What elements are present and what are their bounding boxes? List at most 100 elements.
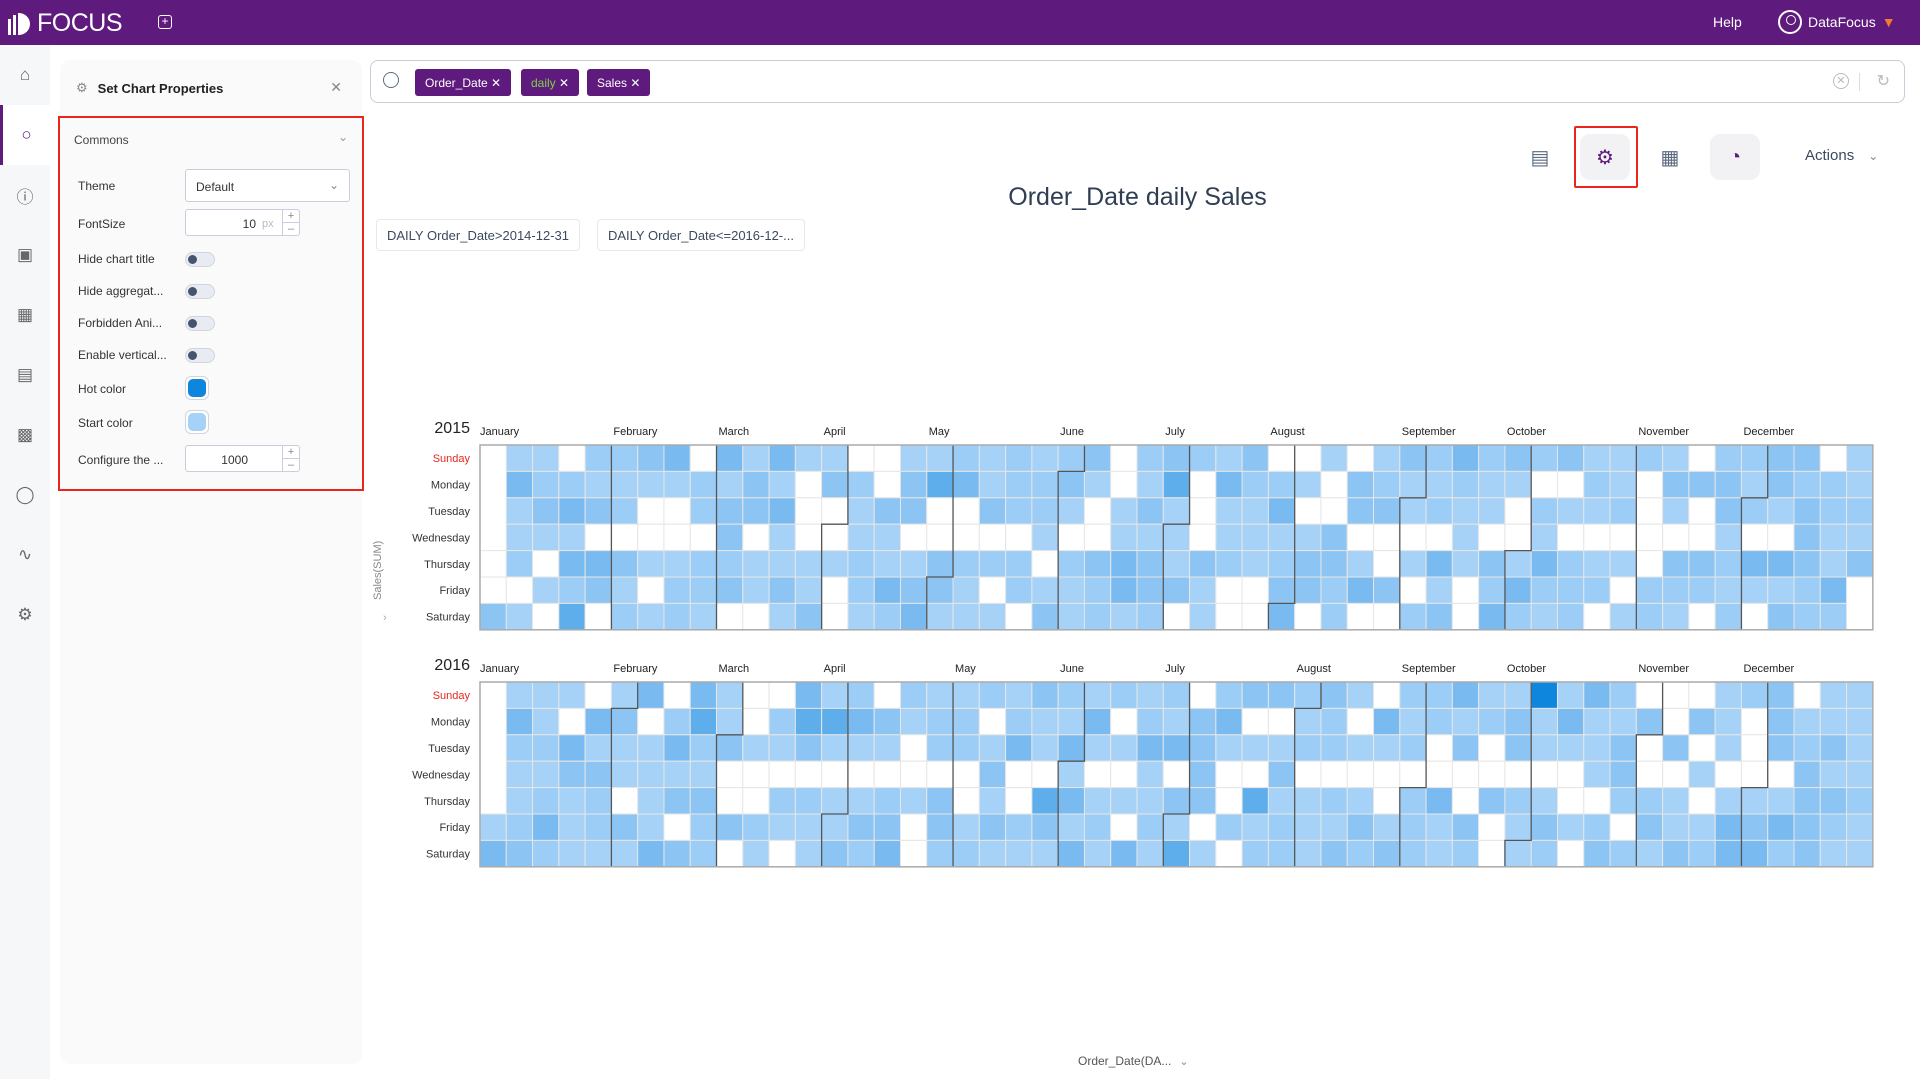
day-cell: [952, 470, 980, 499]
day-cell: [1609, 444, 1637, 472]
day-cell: [1373, 681, 1401, 709]
day-label: Sunday: [433, 453, 471, 465]
day-cell: [689, 813, 718, 841]
day-cell: [1005, 787, 1033, 815]
day-cell: [768, 444, 796, 472]
month-label: November: [1638, 663, 1689, 675]
day-cell: [1714, 523, 1742, 552]
day-cell: [899, 550, 928, 578]
day-cell: [1057, 550, 1085, 578]
day-cell: [558, 497, 586, 525]
day-cell: [532, 444, 560, 472]
day-cell: [1057, 470, 1085, 499]
day-cell: [479, 602, 507, 631]
day-cell: [1162, 681, 1191, 709]
day-cell: [978, 707, 1007, 736]
day-cell: [1215, 787, 1243, 815]
day-cell: [1399, 734, 1427, 762]
day-cell: [1267, 813, 1296, 841]
day-cell: [1399, 760, 1427, 789]
day-cell: [689, 734, 718, 762]
month-label: October: [1507, 663, 1546, 675]
day-cell: [1688, 813, 1716, 841]
day-cell: [926, 602, 954, 631]
day-cell: [1583, 523, 1611, 552]
day-cell: [505, 497, 534, 525]
day-cell: [1162, 813, 1191, 841]
day-cell: [1241, 734, 1269, 762]
day-cell: [1688, 707, 1716, 736]
day-cell: [1162, 470, 1191, 499]
day-cell: [1530, 576, 1558, 604]
day-cell: [1136, 681, 1164, 709]
day-cell: [1057, 497, 1085, 525]
day-cell: [1241, 444, 1269, 472]
day-cell: [1662, 576, 1690, 604]
day-cell: [1793, 444, 1821, 472]
day-cell: [1793, 523, 1821, 552]
day-cell: [1583, 839, 1611, 868]
day-cell: [558, 839, 586, 868]
day-cell: [1819, 839, 1848, 868]
day-cell: [1714, 444, 1742, 472]
day-cell: [1189, 444, 1217, 472]
day-cell: [1714, 839, 1742, 868]
day-cell: [663, 681, 691, 709]
day-cell: [1688, 681, 1716, 709]
month-label: August: [1297, 663, 1331, 675]
month-label: December: [1743, 663, 1794, 675]
day-cell: [689, 602, 718, 631]
day-cell: [1793, 497, 1821, 525]
day-cell: [1215, 839, 1243, 868]
day-cell: [1793, 760, 1821, 789]
day-cell: [1530, 523, 1558, 552]
day-cell: [952, 523, 980, 552]
day-cell: [1294, 550, 1322, 578]
month-label: May: [929, 426, 950, 438]
day-cell: [978, 760, 1007, 789]
day-cell: [1346, 497, 1375, 525]
day-cell: [899, 681, 928, 709]
day-cell: [1846, 681, 1874, 709]
day-cell: [952, 839, 980, 868]
day-cell: [926, 681, 954, 709]
day-cell: [926, 760, 954, 789]
day-cell: [610, 787, 639, 815]
day-cell: [1031, 787, 1059, 815]
day-cell: [532, 470, 560, 499]
day-cell: [952, 550, 980, 578]
day-cell: [1793, 681, 1821, 709]
day-cell: [821, 523, 849, 552]
day-cell: [1136, 734, 1164, 762]
day-cell: [689, 550, 718, 578]
day-cell: [847, 470, 875, 499]
day-cell: [1005, 550, 1033, 578]
day-cell: [1451, 523, 1480, 552]
day-cell: [689, 707, 718, 736]
day-cell: [1451, 444, 1480, 472]
day-cell: [1478, 444, 1506, 472]
day-cell: [1083, 602, 1112, 631]
day-cell: [847, 760, 875, 789]
day-cell: [1399, 681, 1427, 709]
day-cell: [1399, 813, 1427, 841]
day-cell: [1478, 681, 1506, 709]
day-cell: [926, 734, 954, 762]
day-cell: [1136, 787, 1164, 815]
day-cell: [1057, 813, 1085, 841]
day-cell: [1688, 760, 1716, 789]
day-cell: [899, 497, 928, 525]
day-cell: [1504, 576, 1532, 604]
day-cell: [716, 707, 744, 736]
day-cell: [1583, 734, 1611, 762]
day-cell: [505, 470, 534, 499]
day-cell: [1556, 550, 1585, 578]
day-cell: [1294, 602, 1322, 631]
day-cell: [1136, 497, 1164, 525]
day-cell: [1556, 444, 1585, 472]
day-cell: [1083, 576, 1112, 604]
day-cell: [1767, 497, 1795, 525]
day-label: Monday: [431, 717, 471, 729]
day-cell: [1294, 444, 1322, 472]
day-cell: [821, 470, 849, 499]
